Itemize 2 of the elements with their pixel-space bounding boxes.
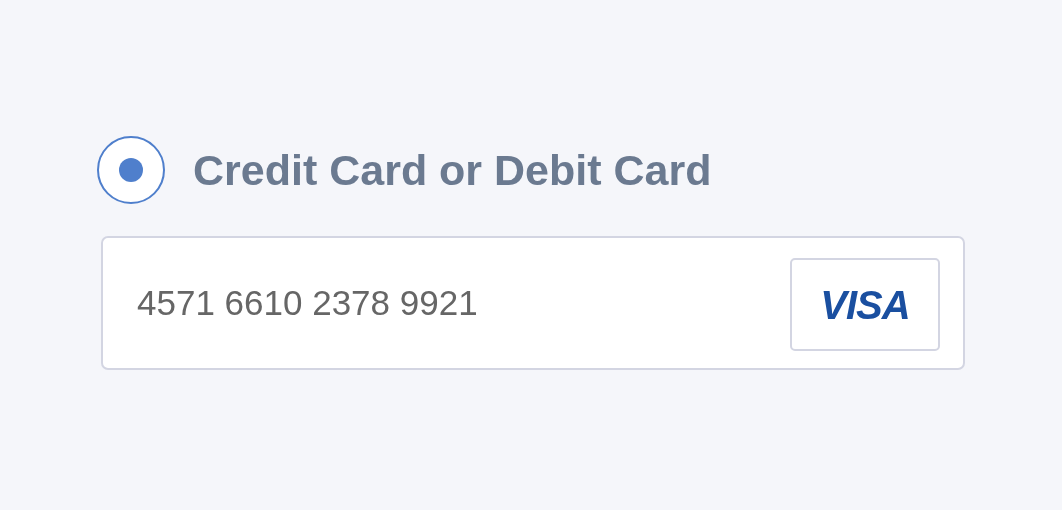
card-brand-badge: VISA [790,258,940,351]
payment-option-label: Credit Card or Debit Card [193,144,712,196]
